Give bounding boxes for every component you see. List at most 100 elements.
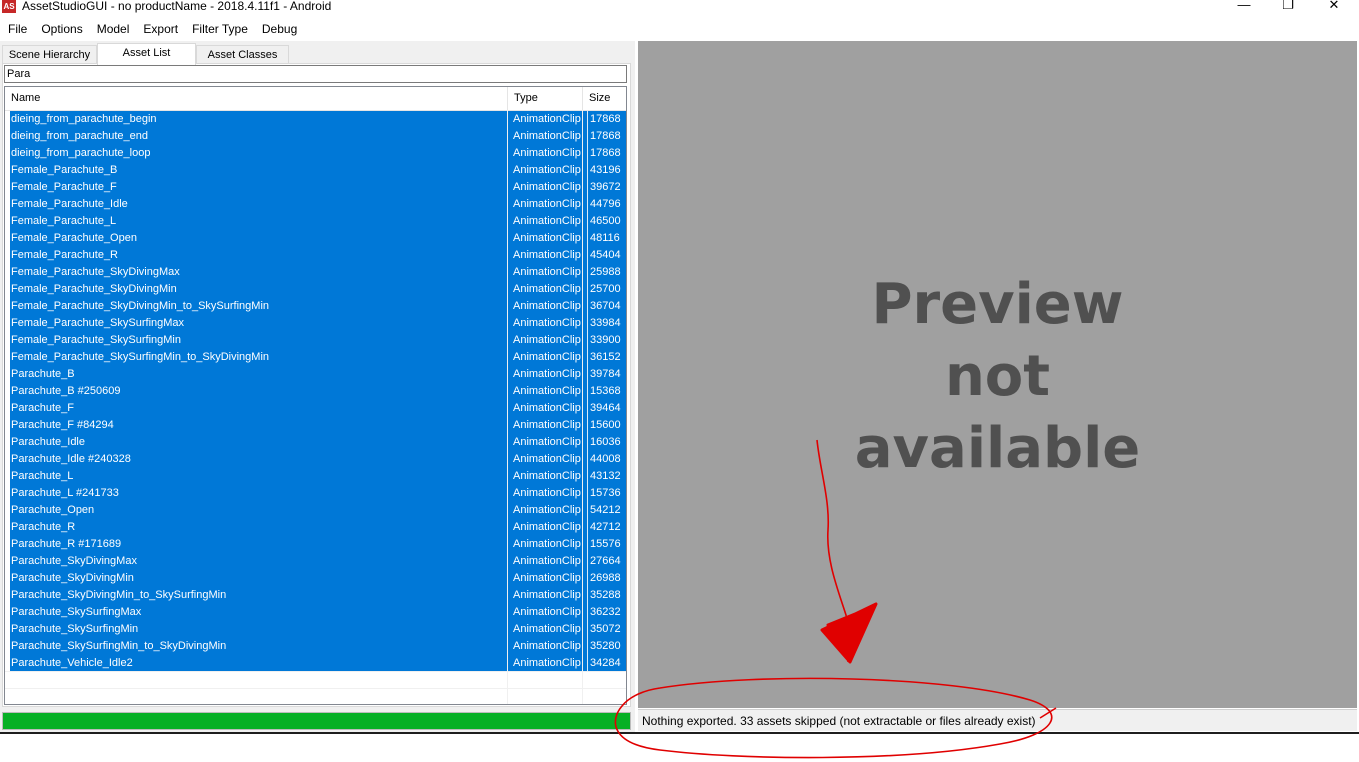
cell-size: 26988 xyxy=(590,572,621,584)
table-row[interactable]: Female_Parachute_L AnimationClip 46500 xyxy=(10,213,626,230)
table-row[interactable]: dieing_from_parachute_begin AnimationClip… xyxy=(10,111,626,128)
table-row[interactable]: Female_Parachute_F AnimationClip 39672 xyxy=(10,179,626,196)
table-row[interactable]: Parachute_R #171689 AnimationClip 15576 xyxy=(10,536,626,553)
cell-divider xyxy=(587,502,588,519)
table-row[interactable]: Parachute_B AnimationClip 39784 xyxy=(10,366,626,383)
cell-divider xyxy=(587,162,588,179)
close-button[interactable]: ✕ xyxy=(1312,0,1356,14)
tab-asset-list[interactable]: Asset List xyxy=(97,43,196,65)
cell-divider xyxy=(587,468,588,485)
cell-type: AnimationClip xyxy=(513,130,581,142)
table-row[interactable]: Parachute_B #250609 AnimationClip 15368 xyxy=(10,383,626,400)
status-text: Nothing exported. 33 assets skipped (not… xyxy=(642,714,1036,728)
table-row[interactable]: Parachute_Idle AnimationClip 16036 xyxy=(10,434,626,451)
menu-debug[interactable]: Debug xyxy=(255,18,304,40)
cell-name: Parachute_Open xyxy=(11,504,95,516)
table-row[interactable]: Female_Parachute_SkySurfingMin AnimationC… xyxy=(10,332,626,349)
cell-name: Female_Parachute_Idle xyxy=(11,198,128,210)
table-row[interactable]: dieing_from_parachute_end AnimationClip 17… xyxy=(10,128,626,145)
cell-type: AnimationClip xyxy=(513,640,581,652)
table-row[interactable]: Parachute_F AnimationClip 39464 xyxy=(10,400,626,417)
table-row[interactable]: Female_Parachute_Idle AnimationClip 44796 xyxy=(10,196,626,213)
cell-size: 36232 xyxy=(590,606,621,618)
preview-message: Preview not available xyxy=(638,269,1357,485)
cell-size: 33900 xyxy=(590,334,621,346)
menu-file[interactable]: File xyxy=(0,18,34,40)
cell-divider xyxy=(587,519,588,536)
cell-type: AnimationClip xyxy=(513,317,581,329)
cell-name: Female_Parachute_SkySurfingMax xyxy=(11,317,185,329)
cell-size: 33984 xyxy=(590,317,621,329)
cell-divider xyxy=(587,536,588,553)
table-row[interactable]: Parachute_Vehicle_Idle2 AnimationClip 3428… xyxy=(10,655,626,672)
cell-size: 15576 xyxy=(590,538,621,550)
tab-scene-hierarchy[interactable]: Scene Hierarchy xyxy=(2,45,97,63)
table-row[interactable]: Female_Parachute_B AnimationClip 43196 xyxy=(10,162,626,179)
table-row[interactable]: Parachute_SkyDivingMax AnimationClip 27664 xyxy=(10,553,626,570)
table-row[interactable]: Parachute_Open AnimationClip 54212 xyxy=(10,502,626,519)
cell-type: AnimationClip xyxy=(513,300,581,312)
cell-type: AnimationClip xyxy=(513,283,581,295)
column-header-name[interactable]: Name xyxy=(5,87,508,110)
asset-list[interactable]: Name Type Size dieing_from_parachute_beg… xyxy=(4,86,627,705)
cell-divider xyxy=(587,417,588,434)
table-row[interactable]: Parachute_SkySurfingMax AnimationClip 3623… xyxy=(10,604,626,621)
cell-name: Female_Parachute_L xyxy=(11,215,117,227)
cell-size: 45404 xyxy=(590,249,621,261)
cell-type: AnimationClip xyxy=(513,453,581,465)
table-row[interactable]: Female_Parachute_SkySurfingMax AnimationC… xyxy=(10,315,626,332)
table-row[interactable]: Female_Parachute_SkyDivingMin_to_SkySurf… xyxy=(10,298,626,315)
cell-name: Female_Parachute_SkySurfingMin_to_SkyDiv… xyxy=(11,351,270,363)
cell-size: 34284 xyxy=(590,657,621,669)
menu-filter-type[interactable]: Filter Type xyxy=(185,18,255,40)
cell-size: 43132 xyxy=(590,470,621,482)
cell-size: 43196 xyxy=(590,164,621,176)
menu-export[interactable]: Export xyxy=(136,18,185,40)
cell-size: 48116 xyxy=(590,232,620,244)
cell-type: AnimationClip xyxy=(513,470,581,482)
cell-name: Female_Parachute_Open xyxy=(11,232,137,244)
column-header-size[interactable]: Size xyxy=(583,87,626,110)
table-row[interactable]: Female_Parachute_Open AnimationClip 48116 xyxy=(10,230,626,247)
cell-name: Parachute_R xyxy=(11,521,76,533)
cell-name: dieing_from_parachute_loop xyxy=(11,147,151,159)
cell-name: Female_Parachute_F xyxy=(11,181,117,193)
cell-type: AnimationClip xyxy=(513,555,581,567)
table-row[interactable]: Parachute_SkySurfingMin_to_SkyDivingMin A… xyxy=(10,638,626,655)
window-title: AssetStudioGUI - no productName - 2018.4… xyxy=(22,0,332,13)
table-row[interactable]: Parachute_L #241733 AnimationClip 15736 xyxy=(10,485,626,502)
cell-name: dieing_from_parachute_end xyxy=(11,130,148,142)
menu-model[interactable]: Model xyxy=(90,18,137,40)
cell-divider xyxy=(587,213,588,230)
column-header-type[interactable]: Type xyxy=(508,87,583,110)
maximize-button[interactable]: ❐ xyxy=(1266,0,1310,14)
cell-type: AnimationClip xyxy=(513,164,581,176)
table-row[interactable]: Parachute_SkyDivingMin AnimationClip 26988 xyxy=(10,570,626,587)
table-row[interactable]: Parachute_L AnimationClip 43132 xyxy=(10,468,626,485)
cell-name: Parachute_SkySurfingMin_to_SkyDivingMin xyxy=(11,640,227,652)
table-row[interactable]: Female_Parachute_SkySurfingMin_to_SkyDiv… xyxy=(10,349,626,366)
preview-line-2: not xyxy=(944,344,1051,409)
cell-name: Parachute_Idle xyxy=(11,436,85,448)
tab-asset-classes[interactable]: Asset Classes xyxy=(196,45,289,63)
minimize-button[interactable]: — xyxy=(1222,0,1266,14)
cell-type: AnimationClip xyxy=(513,436,581,448)
cell-name: Female_Parachute_SkyDivingMax xyxy=(11,266,180,278)
table-row[interactable]: Female_Parachute_SkyDivingMax AnimationCl… xyxy=(10,264,626,281)
filter-input[interactable] xyxy=(4,65,627,83)
table-row[interactable]: Parachute_Idle #240328 AnimationClip 44008 xyxy=(10,451,626,468)
table-row[interactable]: Parachute_F #84294 AnimationClip 15600 xyxy=(10,417,626,434)
table-row[interactable]: Parachute_SkySurfingMin AnimationClip 3507… xyxy=(10,621,626,638)
table-row[interactable]: dieing_from_parachute_loop AnimationClip 1… xyxy=(10,145,626,162)
table-row[interactable]: Parachute_SkyDivingMin_to_SkySurfingMin A… xyxy=(10,587,626,604)
cell-name: Parachute_B #250609 xyxy=(11,385,121,397)
cell-name: Parachute_L xyxy=(11,470,74,482)
cell-name: Parachute_SkySurfingMax xyxy=(11,606,142,618)
cell-divider xyxy=(587,638,588,655)
table-row[interactable]: Female_Parachute_SkyDivingMin AnimationCl… xyxy=(10,281,626,298)
cell-divider xyxy=(587,553,588,570)
table-row[interactable]: Parachute_R AnimationClip 42712 xyxy=(10,519,626,536)
cell-size: 15368 xyxy=(590,385,621,397)
menu-options[interactable]: Options xyxy=(34,18,89,40)
table-row[interactable]: Female_Parachute_R AnimationClip 45404 xyxy=(10,247,626,264)
